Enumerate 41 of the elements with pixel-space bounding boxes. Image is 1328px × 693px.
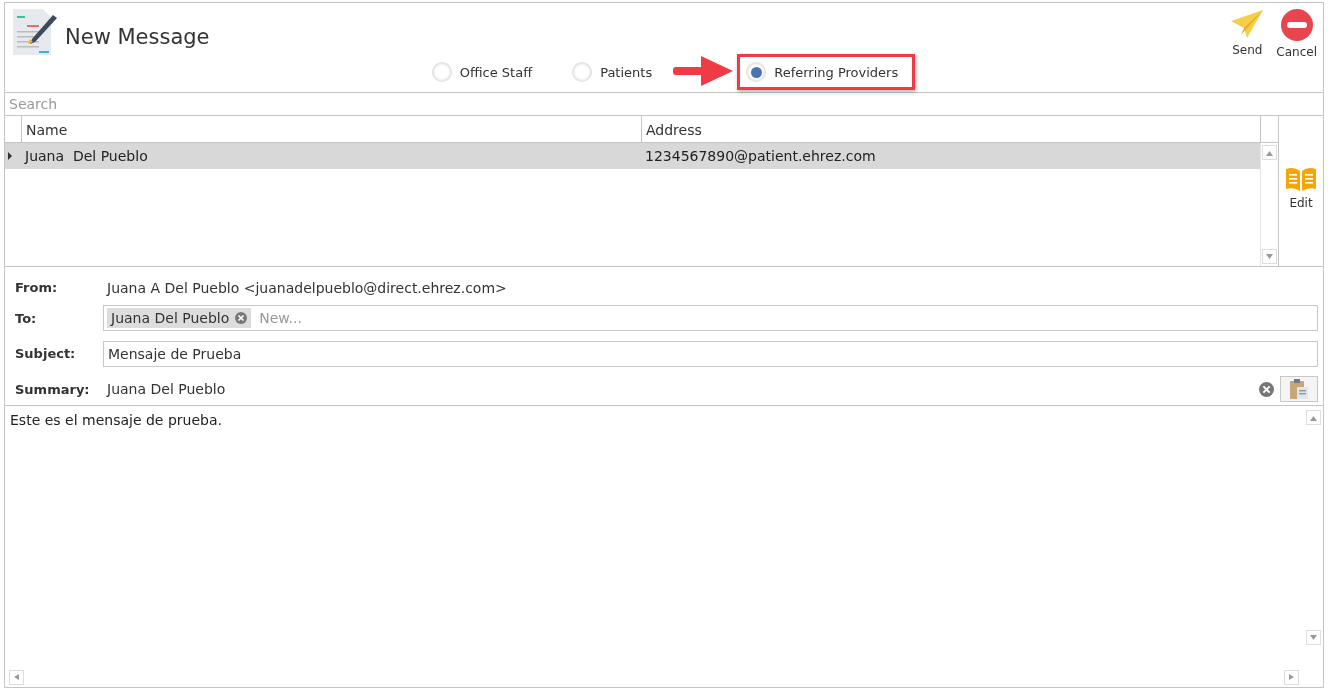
clear-icon[interactable] [1259, 381, 1274, 397]
table-cell-text: Juana Del Pueblo [23, 148, 149, 164]
scroll-down-button[interactable] [1305, 630, 1321, 645]
from-value: Juana A Del Pueblo <juanadelpueblo@direct.ehrez.com> [105, 279, 508, 296]
triangle-icon [1309, 634, 1317, 641]
summary-value: Juana Del Pueblo [105, 381, 227, 398]
scroll-up-button[interactable] [1262, 145, 1277, 160]
scroll-right-button[interactable] [1284, 669, 1299, 685]
scroll-left-button[interactable] [9, 669, 24, 685]
triangle-icon [1266, 149, 1273, 156]
subject-field[interactable]: Mensaje de Prueba [103, 340, 1318, 367]
scroll-up-button[interactable] [1305, 410, 1321, 425]
paper-plane-icon [1230, 9, 1265, 39]
window-title: New Message [65, 25, 210, 49]
triangle-icon [1266, 253, 1273, 260]
cancel-button[interactable]: Cancel [1276, 9, 1317, 63]
annotation-arrow [673, 54, 734, 88]
book-icon [1285, 166, 1317, 192]
scroll-down-button[interactable] [1262, 249, 1277, 264]
table-row[interactable]: Juana Del Pueblo 1234567890@patient.ehrez.com [5, 143, 1260, 169]
triangle-icon [1309, 414, 1317, 421]
to-label: To: [15, 310, 38, 326]
row-pointer-icon [5, 152, 15, 160]
no-entry-icon [1280, 9, 1313, 41]
from-label: From: [15, 280, 59, 296]
paste-button[interactable] [1280, 376, 1318, 403]
table-cell-text: 1234567890@patient.ehrez.com [644, 148, 877, 164]
remove-icon[interactable] [235, 312, 248, 325]
subject-label: Subject: [15, 346, 77, 362]
triangle-icon [13, 674, 20, 680]
summary-label: Summary: [15, 381, 91, 397]
column-header[interactable]: Name [21, 116, 641, 142]
recipient-type-radio[interactable]: Referring Providers [737, 54, 916, 90]
edit-button[interactable]: Edit [1285, 166, 1317, 220]
recipient-chip[interactable]: Juana Del Pueblo [107, 308, 252, 329]
column-header[interactable]: Address [641, 116, 1260, 142]
search-field[interactable]: Search [5, 92, 1323, 116]
to-field[interactable]: Juana Del Pueblo New... [103, 305, 1318, 332]
send-button[interactable]: Send [1230, 9, 1265, 63]
clipboard-icon [1289, 378, 1309, 401]
triangle-icon [1288, 674, 1295, 680]
